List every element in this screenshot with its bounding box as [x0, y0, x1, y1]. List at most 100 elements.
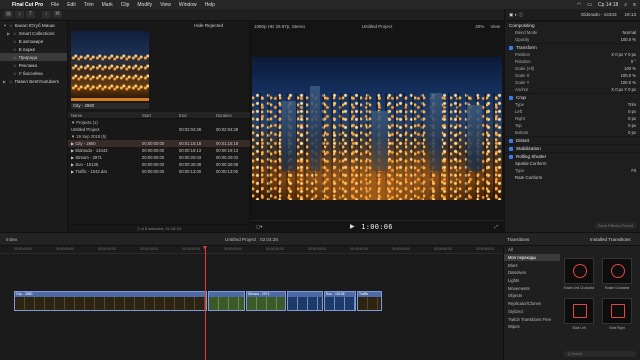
photos-icon[interactable]: ♪ [15, 11, 24, 18]
menu-window[interactable]: Window [179, 2, 197, 8]
library-item[interactable]: ☆ У бассейна [0, 69, 67, 77]
transition-tile[interactable] [564, 298, 594, 324]
playhead[interactable] [203, 246, 207, 360]
section-checkbox[interactable] [509, 45, 513, 50]
inspector-property[interactable]: Scale Y 100.0 % [505, 79, 640, 86]
library-item[interactable]: ☆ В автомире [0, 37, 67, 45]
inspector-property[interactable]: Type Fit [505, 167, 640, 174]
property-value[interactable]: Normal [623, 30, 637, 35]
timeline-clip[interactable]: Traffic [357, 291, 382, 311]
viewer-options-icon[interactable]: ▢▾ [256, 224, 263, 230]
section-checkbox[interactable] [509, 154, 513, 159]
table-row[interactable]: ▼ Projects (1) [68, 119, 250, 126]
inspector-property[interactable]: Right 0 px [505, 115, 640, 122]
table-row[interactable]: ▶ Eldorado - 14343 00:00:00:00 00:00:19:13… [68, 147, 250, 154]
property-value[interactable]: X 0 px Y 0 px [611, 52, 636, 57]
import-icon[interactable]: ↓ [42, 11, 51, 18]
library-item[interactable]: ▼ ☆ Канал Ютуб Миши [0, 21, 67, 29]
property-value[interactable]: 0 px [628, 109, 636, 114]
inspector-property[interactable]: Rotation 0 ° [505, 58, 640, 65]
timeline-ruler[interactable]: 00:00:00:00 00:00:05:00 00:00:10:00 00:00:1… [0, 246, 503, 254]
inspector-section[interactable]: Transform [505, 43, 640, 51]
property-value[interactable]: 100 % [624, 66, 636, 71]
inspector-property[interactable]: Position X 0 px Y 0 px [505, 51, 640, 58]
col-end[interactable]: End [179, 113, 216, 118]
inspector-property[interactable]: Scale (All) 100 % [505, 65, 640, 72]
menu-mark[interactable]: Mark [102, 2, 113, 8]
transition-category[interactable]: Replicator/Clones [504, 300, 560, 308]
inspector-property[interactable]: Top 0 px [505, 122, 640, 129]
timeline-clip[interactable] [208, 291, 245, 311]
menu-view[interactable]: View [160, 2, 171, 8]
section-checkbox[interactable] [509, 146, 513, 151]
inspector-property[interactable]: Blend Mode Normal [505, 29, 640, 36]
property-value[interactable]: 0 ° [631, 59, 636, 64]
battery-icon[interactable]: ▭ [587, 2, 592, 8]
keyword-icon[interactable]: ⌘ [53, 11, 62, 18]
property-value[interactable]: Fit [631, 168, 636, 173]
transition-category[interactable]: Dissolves [504, 269, 560, 277]
property-value[interactable]: 100.0 % [621, 73, 636, 78]
search-icon[interactable]: ⌕ [624, 2, 627, 8]
property-value[interactable]: 0 px [628, 116, 636, 121]
transition-category[interactable]: Movements [504, 284, 560, 292]
timeline-clip[interactable]: City - 2860 [14, 291, 207, 311]
table-row[interactable]: ▶ City - 2860 00:00:00:00 00:01:15:18 00:01… [68, 140, 250, 147]
disclosure-icon[interactable]: ▼ [3, 23, 7, 28]
col-duration[interactable]: Duration [216, 113, 250, 118]
library-item[interactable]: ☆ В парке [0, 45, 67, 53]
inspector-property[interactable]: Scale X 100.0 % [505, 72, 640, 79]
video-inspector-icon[interactable]: ▣ ◐ ⓘ [509, 12, 523, 18]
timeline-clip[interactable]: Sun - 15136 [324, 291, 356, 311]
menu-app[interactable]: Final Cut Pro [12, 2, 43, 8]
timeline-project-name[interactable]: Untitled Project [225, 237, 256, 242]
library-item[interactable]: ▶ ☆ Smart Collections [0, 29, 67, 37]
hide-rejected-menu[interactable]: Hide Rejected [194, 23, 223, 28]
library-item[interactable]: ▶ ☆ Павел BestYoutubers [0, 77, 67, 85]
transitions-tab[interactable]: Transitions [507, 237, 529, 242]
table-row[interactable]: ▼ 19 Sep 2018 (5) [68, 133, 250, 140]
timeline[interactable]: 00:00:00:00 00:00:05:00 00:00:10:00 00:00:1… [0, 246, 503, 360]
col-start[interactable]: Start [142, 113, 179, 118]
transition-category[interactable]: All [504, 246, 560, 254]
property-value[interactable]: 100.0 % [621, 80, 636, 85]
inspector-section[interactable]: Compositing [505, 21, 640, 29]
property-value[interactable]: X 0 px Y 0 px [611, 87, 636, 92]
menu-help[interactable]: Help [205, 2, 215, 8]
fullscreen-icon[interactable]: ⤢ [494, 224, 498, 229]
transition-category[interactable]: Mon переходы [504, 253, 560, 262]
transition-tile[interactable] [602, 298, 632, 324]
transition-tile[interactable] [602, 258, 632, 284]
table-row[interactable]: ▶ Stream - 2971 00:00:00:00 00:00:20:03 00:… [68, 154, 250, 161]
property-value[interactable]: 100.0 % [621, 37, 636, 42]
inspector-property[interactable]: Bottom 0 px [505, 129, 640, 136]
property-value[interactable]: 0 px [628, 130, 636, 135]
titles-icon[interactable]: T [26, 11, 35, 18]
menu-list-icon[interactable]: ≡ [633, 2, 636, 8]
inspector-section[interactable]: Stabilization [505, 144, 640, 152]
viewer-video[interactable] [252, 57, 502, 200]
clock[interactable]: Cp 14:18 [598, 2, 618, 8]
wifi-icon[interactable]: ◠ [577, 2, 581, 8]
property-value[interactable]: Trim [628, 102, 636, 107]
view-menu[interactable]: View [490, 24, 500, 29]
section-checkbox[interactable] [509, 138, 513, 143]
inspector-section[interactable]: Crop [505, 93, 640, 101]
table-row[interactable]: ▶ Traffic - 1042.dat 00:00:00:00 00:00:13:… [68, 168, 250, 175]
disclosure-icon[interactable]: ▶ [7, 31, 11, 36]
disclosure-icon[interactable]: ▶ [3, 79, 7, 84]
transitions-search-input[interactable]: Q Search [564, 351, 636, 357]
section-checkbox[interactable] [509, 95, 513, 100]
timeline-clip[interactable]: Stream - 2971 [246, 291, 286, 311]
col-name[interactable]: Name [68, 113, 142, 118]
transition-category[interactable]: Twitch Transitions Free [504, 315, 560, 323]
libraries-toggle-icon[interactable]: ▤ [4, 11, 13, 18]
inspector-section[interactable]: Rolling Shutter [505, 152, 640, 160]
property-value[interactable]: 0 px [628, 123, 636, 128]
inspector-property[interactable]: Opacity 100.0 % [505, 36, 640, 43]
transition-category[interactable]: Blurs [504, 261, 560, 269]
library-item[interactable]: ☆ Реклама [0, 61, 67, 69]
menu-clip[interactable]: Clip [121, 2, 130, 8]
zoom-menu[interactable]: 40% [475, 24, 484, 29]
play-icon[interactable]: ▶ [350, 223, 355, 230]
